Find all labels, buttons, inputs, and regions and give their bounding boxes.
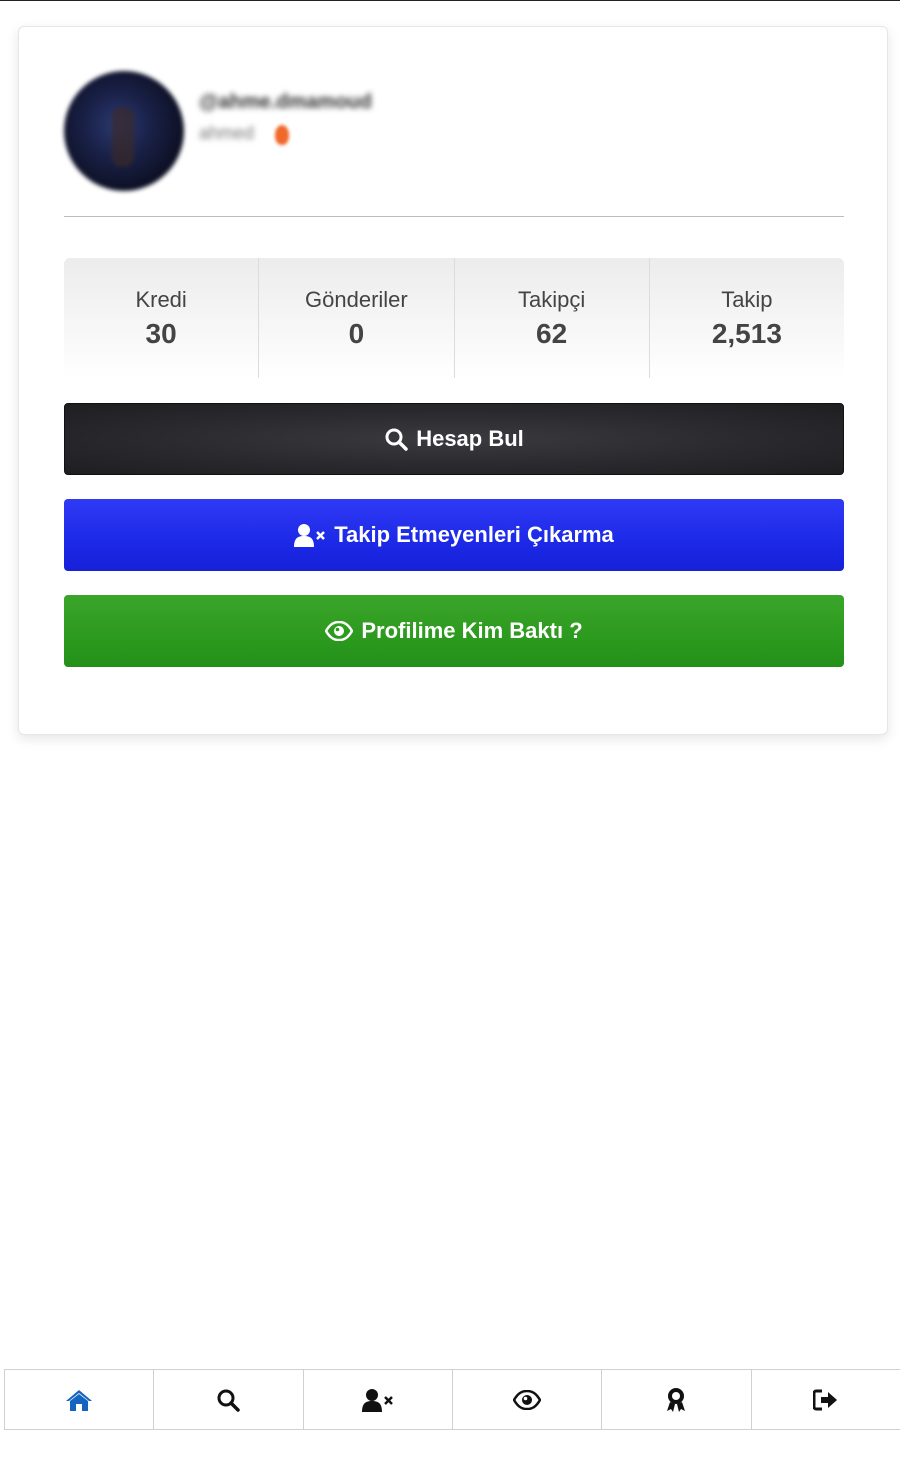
nav-home[interactable] — [5, 1370, 155, 1429]
stat-posts: Gönderiler 0 — [259, 258, 455, 378]
profile-card: @ahme.dmamoud ahmed Kredi 30 Gönderiler … — [18, 26, 888, 735]
profile-username: @ahme.dmamoud — [199, 91, 372, 113]
stat-label: Takip — [721, 287, 773, 312]
find-account-label: Hesap Bul — [416, 426, 524, 451]
avatar — [64, 71, 184, 191]
stat-value: 2,513 — [711, 318, 782, 349]
find-account-button[interactable]: Hesap Bul — [64, 403, 844, 475]
profile-fullname: ahmed — [199, 123, 255, 143]
nav-logout[interactable] — [752, 1370, 900, 1429]
profile-viewers-label: Profilime Kim Baktı ? — [361, 618, 583, 643]
stat-label: Kredi — [135, 287, 187, 312]
stats-row: Kredi 30 Gönderiler 0 Takipçi 62 Takip 2… — [64, 258, 844, 378]
stat-credit: Kredi 30 — [64, 258, 260, 378]
stat-followers: Takipçi 62 — [454, 258, 650, 378]
bottom-nav — [4, 1369, 900, 1430]
nav-profile-viewers[interactable] — [453, 1370, 603, 1429]
nav-award[interactable] — [602, 1370, 752, 1429]
divider — [64, 216, 844, 217]
logout-icon — [812, 1389, 837, 1410]
user-remove-icon — [361, 1388, 393, 1412]
remove-nonfollowers-label: Takip Etmeyenleri Çıkarma — [334, 522, 614, 547]
user-remove-icon — [294, 524, 326, 547]
stat-value: 30 — [145, 318, 177, 349]
fire-emoji-icon — [275, 125, 289, 145]
stat-value: 0 — [348, 318, 365, 349]
search-icon — [385, 428, 408, 451]
nav-remove-followers[interactable] — [304, 1370, 453, 1429]
stat-value: 62 — [536, 318, 568, 349]
profile-viewers-button[interactable]: Profilime Kim Baktı ? — [64, 595, 844, 667]
search-icon — [217, 1389, 241, 1412]
top-border — [0, 0, 900, 1]
home-icon — [66, 1389, 93, 1411]
stat-label: Takipçi — [518, 287, 586, 312]
eye-icon — [513, 1389, 542, 1410]
eye-icon — [325, 621, 354, 641]
stat-following: Takip 2,513 — [649, 258, 844, 378]
avatar-figure — [112, 107, 134, 167]
award-icon — [667, 1387, 686, 1412]
remove-nonfollowers-button[interactable]: Takip Etmeyenleri Çıkarma — [64, 499, 844, 571]
nav-search[interactable] — [154, 1370, 304, 1429]
stat-label: Gönderiler — [305, 287, 408, 312]
